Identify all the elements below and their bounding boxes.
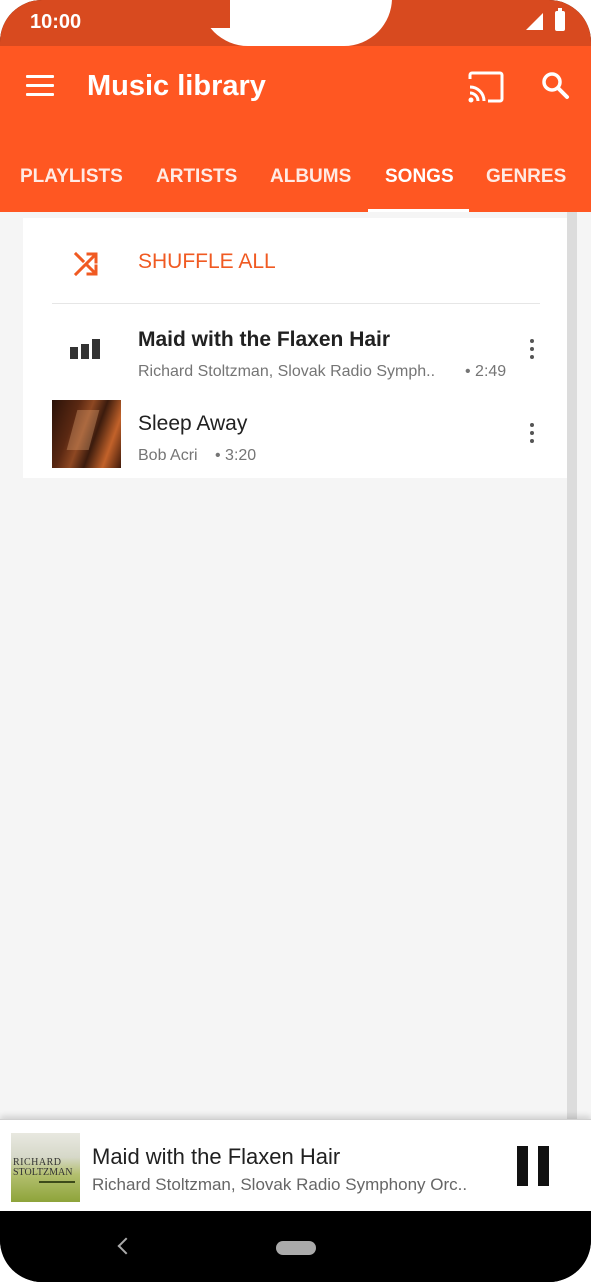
song-title: Maid with the Flaxen Hair	[138, 328, 391, 351]
song-duration: • 3:20	[215, 447, 257, 464]
song-title: Sleep Away	[138, 412, 248, 435]
more-options-icon[interactable]	[528, 423, 536, 445]
tab-bar: PLAYLISTS ARTISTS ALBUMS SONGS GENRES	[0, 152, 591, 212]
camera-notch	[200, 0, 392, 46]
page-title: Music library	[87, 70, 266, 102]
song-duration: • 2:49	[465, 363, 507, 380]
now-playing-icon	[70, 339, 102, 359]
album-art	[52, 400, 121, 468]
back-icon[interactable]	[117, 1237, 135, 1255]
more-options-icon[interactable]	[528, 339, 536, 361]
song-row[interactable]: Sleep Away Bob Acri • 3:20	[23, 398, 567, 484]
mini-player[interactable]: RICHARD STOLTZMAN Maid with the Flaxen H…	[0, 1119, 591, 1212]
status-bar: 10:00	[0, 0, 591, 46]
scrollbar[interactable]	[567, 212, 577, 1122]
divider	[52, 303, 540, 304]
status-time: 10:00	[30, 11, 82, 33]
tab-songs[interactable]: SONGS	[385, 152, 454, 212]
songs-list-area[interactable]: SHUFFLE ALL Maid with the Flaxen Hair Ri…	[0, 212, 591, 1122]
tab-artists[interactable]: ARTISTS	[156, 152, 237, 212]
shuffle-all-button[interactable]: SHUFFLE ALL	[23, 218, 567, 304]
battery-icon	[555, 8, 565, 31]
song-artist: Bob Acri	[138, 447, 198, 464]
cast-icon[interactable]	[466, 70, 506, 104]
shuffle-all-label: SHUFFLE ALL	[138, 250, 276, 273]
navigation-bar	[0, 1211, 591, 1282]
album-art: RICHARD STOLTZMAN	[11, 1133, 80, 1202]
mini-player-subtitle: Richard Stoltzman, Slovak Radio Symphony…	[92, 1175, 468, 1194]
app-bar: Music library PLAYLISTS ARTISTS ALBUMS S…	[0, 46, 591, 212]
mini-player-title: Maid with the Flaxen Hair	[92, 1144, 341, 1169]
home-button[interactable]	[276, 1241, 316, 1255]
signal-icon	[526, 13, 543, 30]
album-art-text: STOLTZMAN	[13, 1167, 73, 1178]
shuffle-icon	[73, 251, 99, 277]
tab-playlists[interactable]: PLAYLISTS	[20, 152, 123, 212]
menu-icon[interactable]	[26, 75, 54, 97]
tab-genres[interactable]: GENRES	[486, 152, 566, 212]
tab-albums[interactable]: ALBUMS	[270, 152, 351, 212]
phone-frame: 10:00 Music library PLAYLISTS ARTISTS AL…	[0, 0, 591, 1282]
songs-card: SHUFFLE ALL Maid with the Flaxen Hair Ri…	[23, 218, 567, 478]
pause-button[interactable]	[511, 1146, 553, 1188]
song-row[interactable]: Maid with the Flaxen Hair Richard Stoltz…	[23, 306, 567, 392]
song-artist: Richard Stoltzman, Slovak Radio Symph..	[138, 363, 436, 380]
search-icon[interactable]	[540, 70, 572, 102]
